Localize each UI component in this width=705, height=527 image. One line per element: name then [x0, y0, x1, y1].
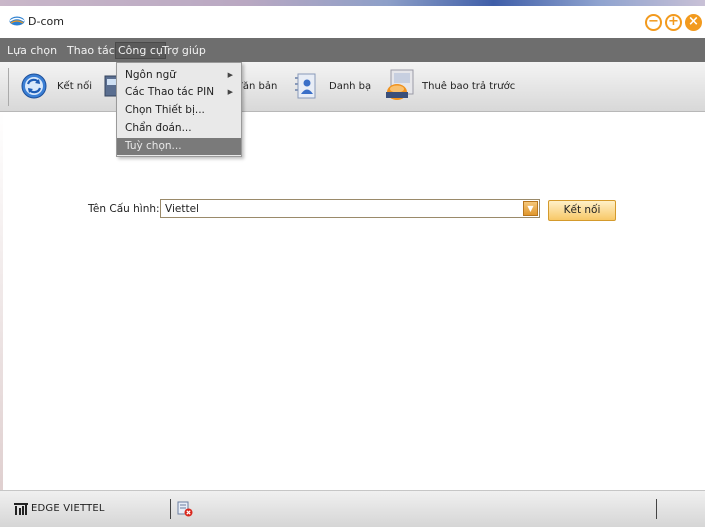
- menu-tro-giup[interactable]: Trợ giúp: [162, 44, 206, 57]
- menu-cong-cu[interactable]: Công cụ: [115, 42, 166, 59]
- dropdown-item-label: Chọn Thiết bị...: [125, 104, 205, 116]
- dropdown-item-options[interactable]: Tuỳ chọn...: [117, 138, 241, 155]
- dropdown-item-label: Ngôn ngữ: [125, 69, 176, 81]
- left-edge-decor: [0, 112, 3, 490]
- toolbar-connect-label: Kết nối: [57, 81, 93, 92]
- status-bar: EDGE VIETTEL: [0, 490, 705, 527]
- maximize-button[interactable]: +: [665, 14, 682, 31]
- chevron-down-icon[interactable]: ▼: [523, 201, 538, 216]
- dropdown-item-label: Chẩn đoán...: [125, 122, 192, 134]
- network-status-text: EDGE VIETTEL: [31, 503, 105, 514]
- config-name-label: Tên Cấu hình:: [88, 203, 160, 215]
- minimize-button[interactable]: −: [645, 14, 662, 31]
- submenu-arrow-icon: ▶: [227, 71, 233, 79]
- dropdown-item-label: Các Thao tác PIN: [125, 86, 215, 98]
- config-name-select[interactable]: Viettel ▼: [160, 199, 540, 218]
- status-divider: [170, 499, 171, 519]
- menu-bar: Lựa chọn Thao tác Công cụ Trợ giúp: [0, 38, 705, 62]
- submenu-arrow-icon: ▶: [227, 88, 233, 96]
- title-bar: D-com − + ×: [0, 6, 705, 38]
- dropdown-item-language[interactable]: Ngôn ngữ ▶: [117, 67, 241, 84]
- dropdown-item-pin[interactable]: Các Thao tác PIN ▶: [117, 84, 241, 101]
- menu-thao-tac[interactable]: Thao tác: [67, 44, 115, 57]
- dropdown-item-select-device[interactable]: Chọn Thiết bị...: [117, 102, 241, 119]
- tools-dropdown-menu: Ngôn ngữ ▶ Các Thao tác PIN ▶ Chọn Thiết…: [116, 62, 242, 157]
- dropdown-item-label: Tuỳ chọn...: [125, 140, 182, 152]
- connect-button[interactable]: Kết nối: [548, 200, 616, 221]
- sms-error-icon[interactable]: [177, 501, 193, 517]
- toolbar-prepaid-label: Thuê bao trả trước: [422, 81, 516, 92]
- toolbar-prepaid-button[interactable]: Thuê bao trả trước: [383, 69, 516, 104]
- prepaid-icon: [386, 69, 414, 100]
- refresh-icon: [21, 73, 47, 99]
- toolbar-connect-button[interactable]: Kết nối: [20, 70, 95, 104]
- main-panel: [0, 112, 705, 490]
- menu-lua-chon[interactable]: Lựa chọn: [7, 44, 57, 57]
- contacts-icon: [295, 73, 316, 99]
- toolbar-contacts-button[interactable]: Danh bạ: [294, 70, 374, 104]
- toolbar-contacts-label: Danh bạ: [329, 81, 372, 92]
- status-divider: [656, 499, 657, 519]
- toolbar: Kết nối Văn bản Danh bạ Thuê bao trả trư…: [0, 62, 705, 112]
- config-name-value: Viettel: [165, 203, 199, 215]
- toolbar-sms-label: Văn bản: [236, 81, 278, 92]
- close-button[interactable]: ×: [685, 14, 702, 31]
- window-title: D-com: [28, 15, 64, 28]
- app-logo-icon: [9, 16, 25, 26]
- dropdown-item-diagnostics[interactable]: Chẩn đoán...: [117, 120, 241, 137]
- signal-strength-icon: [14, 503, 28, 515]
- toolbar-separator: [8, 68, 9, 106]
